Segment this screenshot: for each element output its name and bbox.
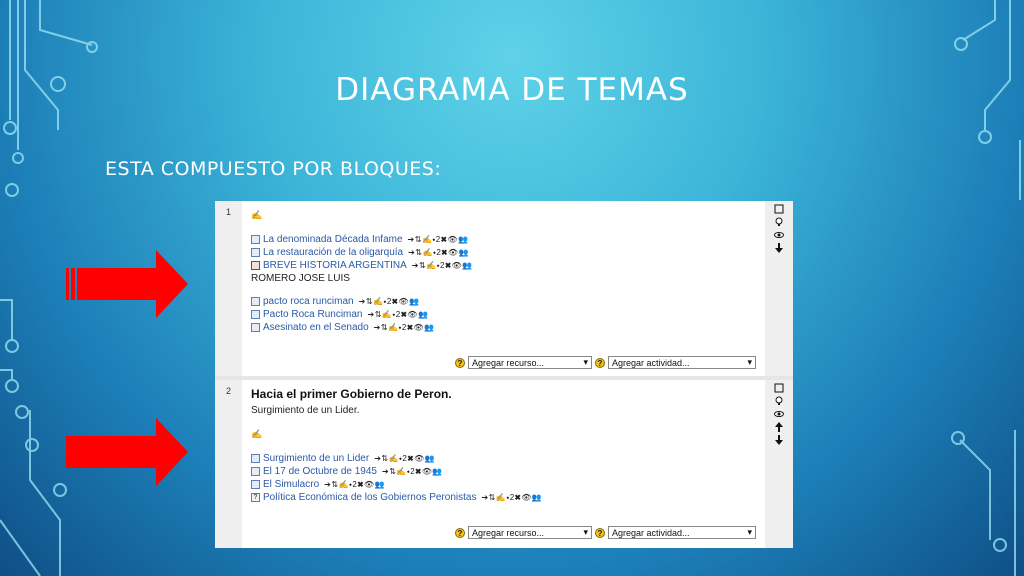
resource-icon: [251, 235, 260, 244]
resource-icon: [251, 454, 260, 463]
section-heading: Hacia el primer Gobierno de Peron.: [251, 387, 452, 401]
resource-link[interactable]: pacto roca runciman: [263, 296, 354, 307]
edit-tools-icon[interactable]: ➔⇅✍⬩2✖👁👥: [374, 454, 435, 464]
add-activity-label: Agregar actividad...: [612, 527, 690, 538]
eye-icon[interactable]: [774, 230, 784, 240]
edit-summary-icon[interactable]: ✍: [251, 429, 262, 440]
resource-link[interactable]: Asesinato en el Senado: [263, 322, 369, 333]
edit-tools-icon[interactable]: ➔⇅✍⬩2✖👁👥: [324, 480, 385, 490]
add-resource-label: Agregar recurso...: [472, 357, 545, 368]
resource-link[interactable]: La denominada Década Infame: [263, 234, 403, 245]
resource-link[interactable]: El 17 de Octubre de 1945: [263, 466, 377, 477]
resource-icon: [251, 248, 260, 257]
list-item: pacto roca runciman ➔⇅✍⬩2✖👁👥: [251, 295, 420, 308]
section-controls: [765, 201, 793, 376]
section-body: Hacia el primer Gobierno de Peron. Surgi…: [251, 380, 757, 548]
course-panel: 1 ✍ La denominada Década Infame ➔⇅✍⬩2✖👁👥…: [215, 201, 793, 548]
arrow-down-icon[interactable]: [774, 435, 784, 445]
slide-subtitle: ESTA COMPUESTO POR BLOQUES:: [105, 158, 442, 180]
section-controls: [765, 380, 793, 548]
add-activity-label: Agregar actividad...: [612, 357, 690, 368]
add-controls: ? Agregar recurso... ▾ ? Agregar activid…: [455, 526, 756, 539]
slide-title: DIAGRAMA DE TEMAS: [335, 72, 689, 108]
list-item: BREVE HISTORIA ARGENTINA ➔⇅✍⬩2✖👁👥: [251, 259, 473, 272]
resource-link[interactable]: Política Económica de los Gobiernos Pero…: [263, 492, 476, 503]
add-resource-select[interactable]: Agregar recurso... ▾: [468, 526, 592, 539]
help-icon[interactable]: ?: [595, 357, 605, 368]
quiz-icon: ?: [251, 493, 260, 502]
help-icon[interactable]: ?: [595, 527, 605, 538]
label-text: ROMERO JOSE LUIS: [251, 273, 350, 284]
resource-link[interactable]: Surgimiento de un Lider: [263, 453, 369, 464]
resource-icon: [251, 323, 260, 332]
resource-link[interactable]: El Simulacro: [263, 479, 319, 490]
red-arrow-icon: [66, 250, 188, 318]
edit-tools-icon[interactable]: ➔⇅✍⬩2✖👁👥: [408, 235, 469, 245]
topic-section-1: 1 ✍ La denominada Década Infame ➔⇅✍⬩2✖👁👥…: [215, 201, 793, 376]
help-icon[interactable]: ?: [455, 357, 465, 368]
list-item: ? Política Económica de los Gobiernos Pe…: [251, 491, 542, 504]
chevron-down-icon: ▾: [583, 357, 588, 367]
add-controls: ? Agregar recurso... ▾ ? Agregar activid…: [455, 356, 756, 369]
list-item: Asesinato en el Senado ➔⇅✍⬩2✖👁👥: [251, 321, 435, 334]
red-arrow-icon: [66, 418, 188, 486]
chevron-down-icon: ▾: [747, 527, 752, 537]
resource-link[interactable]: La restauración de la oligarquía: [263, 247, 403, 258]
list-item: Surgimiento de un Lider ➔⇅✍⬩2✖👁👥: [251, 452, 435, 465]
section-summary: Surgimiento de un Lider.: [251, 405, 360, 416]
resource-icon: [251, 310, 260, 319]
edit-tools-icon[interactable]: ➔⇅✍⬩2✖👁👥: [382, 467, 443, 477]
add-activity-select[interactable]: Agregar actividad... ▾: [608, 526, 756, 539]
resource-link[interactable]: BREVE HISTORIA ARGENTINA: [263, 260, 407, 271]
arrow-up-icon[interactable]: [774, 422, 784, 432]
add-resource-label: Agregar recurso...: [472, 527, 545, 538]
lightbulb-icon[interactable]: [774, 217, 784, 227]
resource-icon: [251, 297, 260, 306]
help-icon[interactable]: ?: [455, 527, 465, 538]
edit-tools-icon[interactable]: ➔⇅✍⬩2✖👁👥: [359, 297, 420, 307]
pdf-icon: [251, 261, 260, 270]
list-item: La denominada Década Infame ➔⇅✍⬩2✖👁👥: [251, 233, 468, 246]
resource-link[interactable]: Pacto Roca Runciman: [263, 309, 363, 320]
topic-section-2: 2 Hacia el primer Gobierno de Peron. Sur…: [215, 380, 793, 548]
resource-icon: [251, 480, 260, 489]
square-icon[interactable]: [774, 204, 784, 214]
add-activity-select[interactable]: Agregar actividad... ▾: [608, 356, 756, 369]
edit-tools-icon[interactable]: ➔⇅✍⬩2✖👁👥: [368, 310, 429, 320]
section-body: ✍ La denominada Década Infame ➔⇅✍⬩2✖👁👥 L…: [251, 201, 757, 376]
resource-icon: [251, 467, 260, 476]
section-number: 2: [215, 380, 242, 548]
lightbulb-icon[interactable]: [774, 396, 784, 406]
chevron-down-icon: ▾: [747, 357, 752, 367]
list-item: Pacto Roca Runciman ➔⇅✍⬩2✖👁👥: [251, 308, 428, 321]
chevron-down-icon: ▾: [583, 527, 588, 537]
edit-tools-icon[interactable]: ➔⇅✍⬩2✖👁👥: [481, 493, 542, 503]
list-item: El 17 de Octubre de 1945 ➔⇅✍⬩2✖👁👥: [251, 465, 443, 478]
section-number: 1: [215, 201, 242, 376]
add-resource-select[interactable]: Agregar recurso... ▾: [468, 356, 592, 369]
list-item: La restauración de la oligarquía ➔⇅✍⬩2✖👁…: [251, 246, 469, 259]
eye-icon[interactable]: [774, 409, 784, 419]
edit-tools-icon[interactable]: ➔⇅✍⬩2✖👁👥: [408, 248, 469, 258]
edit-summary-icon[interactable]: ✍: [251, 210, 262, 221]
edit-tools-icon[interactable]: ➔⇅✍⬩2✖👁👥: [412, 261, 473, 271]
list-item: ROMERO JOSE LUIS: [251, 272, 350, 285]
list-item: El Simulacro ➔⇅✍⬩2✖👁👥: [251, 478, 385, 491]
square-icon[interactable]: [774, 383, 784, 393]
arrow-down-icon[interactable]: [774, 243, 784, 253]
edit-tools-icon[interactable]: ➔⇅✍⬩2✖👁👥: [374, 323, 435, 333]
